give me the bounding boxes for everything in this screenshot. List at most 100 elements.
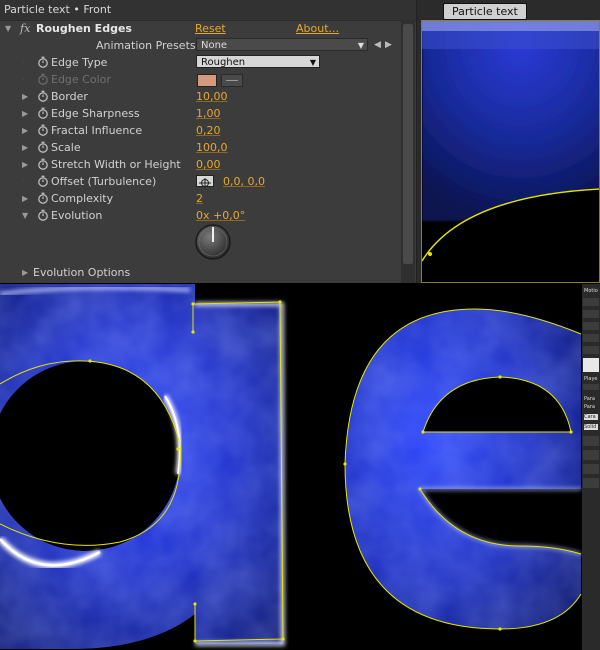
complexity-value[interactable]: 2 (196, 190, 203, 207)
property-row-scale[interactable]: ▶ Scale 100,0 (0, 139, 416, 156)
effect-header-row[interactable]: ▼ fx Roughen Edges Reset About... (0, 20, 416, 37)
strip-control[interactable] (583, 464, 599, 474)
strip-control[interactable] (583, 358, 599, 372)
stopwatch-icon[interactable] (37, 158, 49, 170)
offset-value[interactable]: 0,0, 0,0 (223, 173, 265, 190)
property-row-stretch[interactable]: ▶ Stretch Width or Height 0,00 (0, 156, 416, 173)
stopwatch-icon[interactable] (37, 56, 49, 68)
expand-arrow-icon[interactable]: ▶ (22, 156, 32, 173)
strip-label: Playe (584, 376, 598, 382)
strip-control[interactable] (583, 478, 599, 488)
composition-canvas (0, 284, 582, 650)
strip-control[interactable] (583, 310, 599, 318)
evolution-value[interactable]: 0x +0,0° (196, 207, 245, 224)
evolution-options-label: Evolution Options (33, 266, 131, 279)
expand-arrow-icon[interactable]: ▶ (22, 105, 32, 122)
strip-label: Para (584, 396, 595, 402)
presets-dropdown[interactable]: None ▼ (196, 38, 368, 51)
property-row-evolution[interactable]: ▼ Evolution 0x +0,0° (0, 207, 416, 224)
edge-type-value: Roughen (201, 57, 246, 68)
expand-arrow-icon[interactable]: ▶ (22, 122, 32, 139)
property-label: Evolution (51, 209, 103, 222)
expand-arrow-icon[interactable]: ▼ (5, 20, 15, 37)
property-label: Stretch Width or Height (51, 158, 181, 171)
property-row-border[interactable]: ▶ Border 10,00 (0, 88, 416, 105)
stopwatch-icon[interactable] (37, 141, 49, 153)
property-label: Edge Color (51, 73, 111, 86)
panel-header: Particle text • Front (0, 0, 416, 21)
stopwatch-icon[interactable] (37, 209, 49, 221)
property-label: Offset (Turbulence) (51, 175, 157, 188)
effect-name: Roughen Edges (36, 22, 132, 35)
strip-label[interactable]: Solid (584, 424, 598, 430)
letter-e (330, 294, 582, 650)
border-value[interactable]: 10,00 (196, 88, 228, 105)
presets-value: None (201, 40, 228, 51)
panel-scrollbar[interactable] (401, 20, 415, 283)
strip-control[interactable] (583, 334, 599, 342)
letter-a (0, 284, 300, 650)
strip-label[interactable]: Cara (584, 414, 598, 420)
strip-label: Para (584, 404, 595, 410)
stopwatch-icon[interactable] (37, 107, 49, 119)
dot-icon: · (22, 58, 25, 67)
stopwatch-icon[interactable] (37, 73, 49, 85)
about-link[interactable]: About... (296, 20, 339, 37)
evolution-options-row[interactable]: ▶ Evolution Options (0, 264, 416, 281)
eyedropper-icon[interactable] (221, 74, 243, 87)
top-viewer: Particle text (417, 0, 600, 283)
expand-arrow-icon[interactable]: ▶ (22, 88, 32, 105)
property-label: Edge Type (51, 56, 108, 69)
collapse-arrow-icon[interactable]: ▼ (22, 207, 32, 224)
scrollbar-thumb[interactable] (403, 24, 413, 264)
edge-type-dropdown[interactable]: Roughen ▼ (196, 55, 320, 68)
stopwatch-icon[interactable] (37, 90, 49, 102)
mask-vertex[interactable] (428, 252, 432, 256)
property-label: Edge Sharpness (51, 107, 140, 120)
crosshair-icon[interactable] (196, 175, 214, 188)
strip-control[interactable] (583, 436, 599, 446)
effect-controls-panel: Particle text • Front ▼ fx Roughen Edges… (0, 0, 417, 283)
preset-prev-icon[interactable]: ◀ (374, 37, 381, 54)
strip-control[interactable] (583, 450, 599, 460)
fx-icon[interactable]: fx (20, 20, 30, 37)
property-row-edge-type[interactable]: · Edge Type Roughen ▼ (0, 54, 416, 71)
edge-sharpness-value[interactable]: 1,00 (196, 105, 221, 122)
expand-arrow-icon[interactable]: ▶ (22, 139, 32, 156)
property-row-edge-color[interactable]: · Edge Color (0, 71, 416, 88)
strip-label: Motio (584, 288, 598, 294)
preset-next-icon[interactable]: ▶ (385, 37, 392, 54)
property-row-offset[interactable]: · Offset (Turbulence) 0,0, 0,0 (0, 173, 416, 190)
expand-arrow-icon[interactable]: ▶ (22, 264, 32, 281)
stretch-value[interactable]: 0,00 (196, 156, 221, 173)
animation-presets-row: Animation Presets: None ▼ ◀ ▶ (0, 37, 416, 54)
strip-control[interactable] (583, 298, 599, 306)
chevron-down-icon: ▼ (357, 41, 364, 50)
fractal-influence-value[interactable]: 0,20 (196, 122, 221, 139)
strip-control[interactable] (583, 346, 599, 354)
right-panel-strip: Motio Playe Para Para Cara Solid (582, 284, 600, 650)
composition-viewer[interactable] (0, 284, 582, 650)
presets-label: Animation Presets: (96, 39, 200, 52)
property-row-complexity[interactable]: ▶ Complexity 2 (0, 190, 416, 207)
dot-icon: · (22, 177, 25, 186)
dot-icon: · (22, 75, 25, 84)
edge-color-swatch[interactable] (197, 74, 217, 87)
property-label: Border (51, 90, 88, 103)
property-label: Fractal Influence (51, 124, 143, 137)
reset-link[interactable]: Reset (195, 20, 226, 37)
scale-value[interactable]: 100,0 (196, 139, 228, 156)
strip-control[interactable] (583, 322, 599, 330)
expand-arrow-icon[interactable]: ▶ (22, 190, 32, 207)
viewer-frame[interactable] (421, 20, 600, 283)
property-row-fractal-influence[interactable]: ▶ Fractal Influence 0,20 (0, 122, 416, 139)
stopwatch-icon[interactable] (37, 124, 49, 136)
stopwatch-icon[interactable] (37, 175, 49, 187)
tab-particle-text[interactable]: Particle text (443, 3, 527, 20)
stopwatch-icon[interactable] (37, 192, 49, 204)
property-row-edge-sharpness[interactable]: ▶ Edge Sharpness 1,00 (0, 105, 416, 122)
strip-button[interactable] (583, 384, 599, 390)
chevron-down-icon: ▼ (309, 58, 316, 67)
viewer-canvas (422, 21, 599, 282)
evolution-dial[interactable] (194, 223, 232, 261)
